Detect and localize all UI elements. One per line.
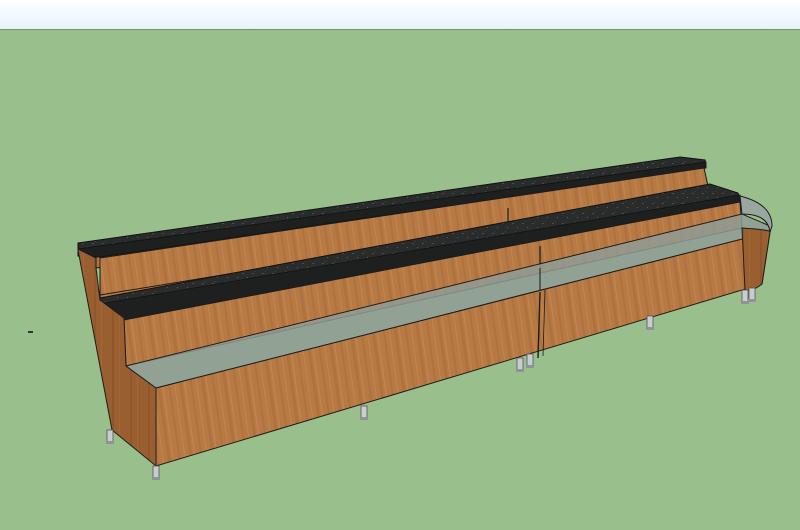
leg (748, 287, 756, 302)
leg (516, 357, 524, 372)
leg (646, 315, 654, 330)
leg (106, 429, 114, 444)
leg (360, 405, 368, 420)
model-scene[interactable] (0, 0, 800, 530)
leg (152, 465, 160, 480)
leg (741, 289, 749, 304)
3d-viewport[interactable] (0, 0, 800, 530)
sky (0, 0, 800, 30)
axis-marker (28, 331, 33, 333)
leg (526, 353, 534, 368)
